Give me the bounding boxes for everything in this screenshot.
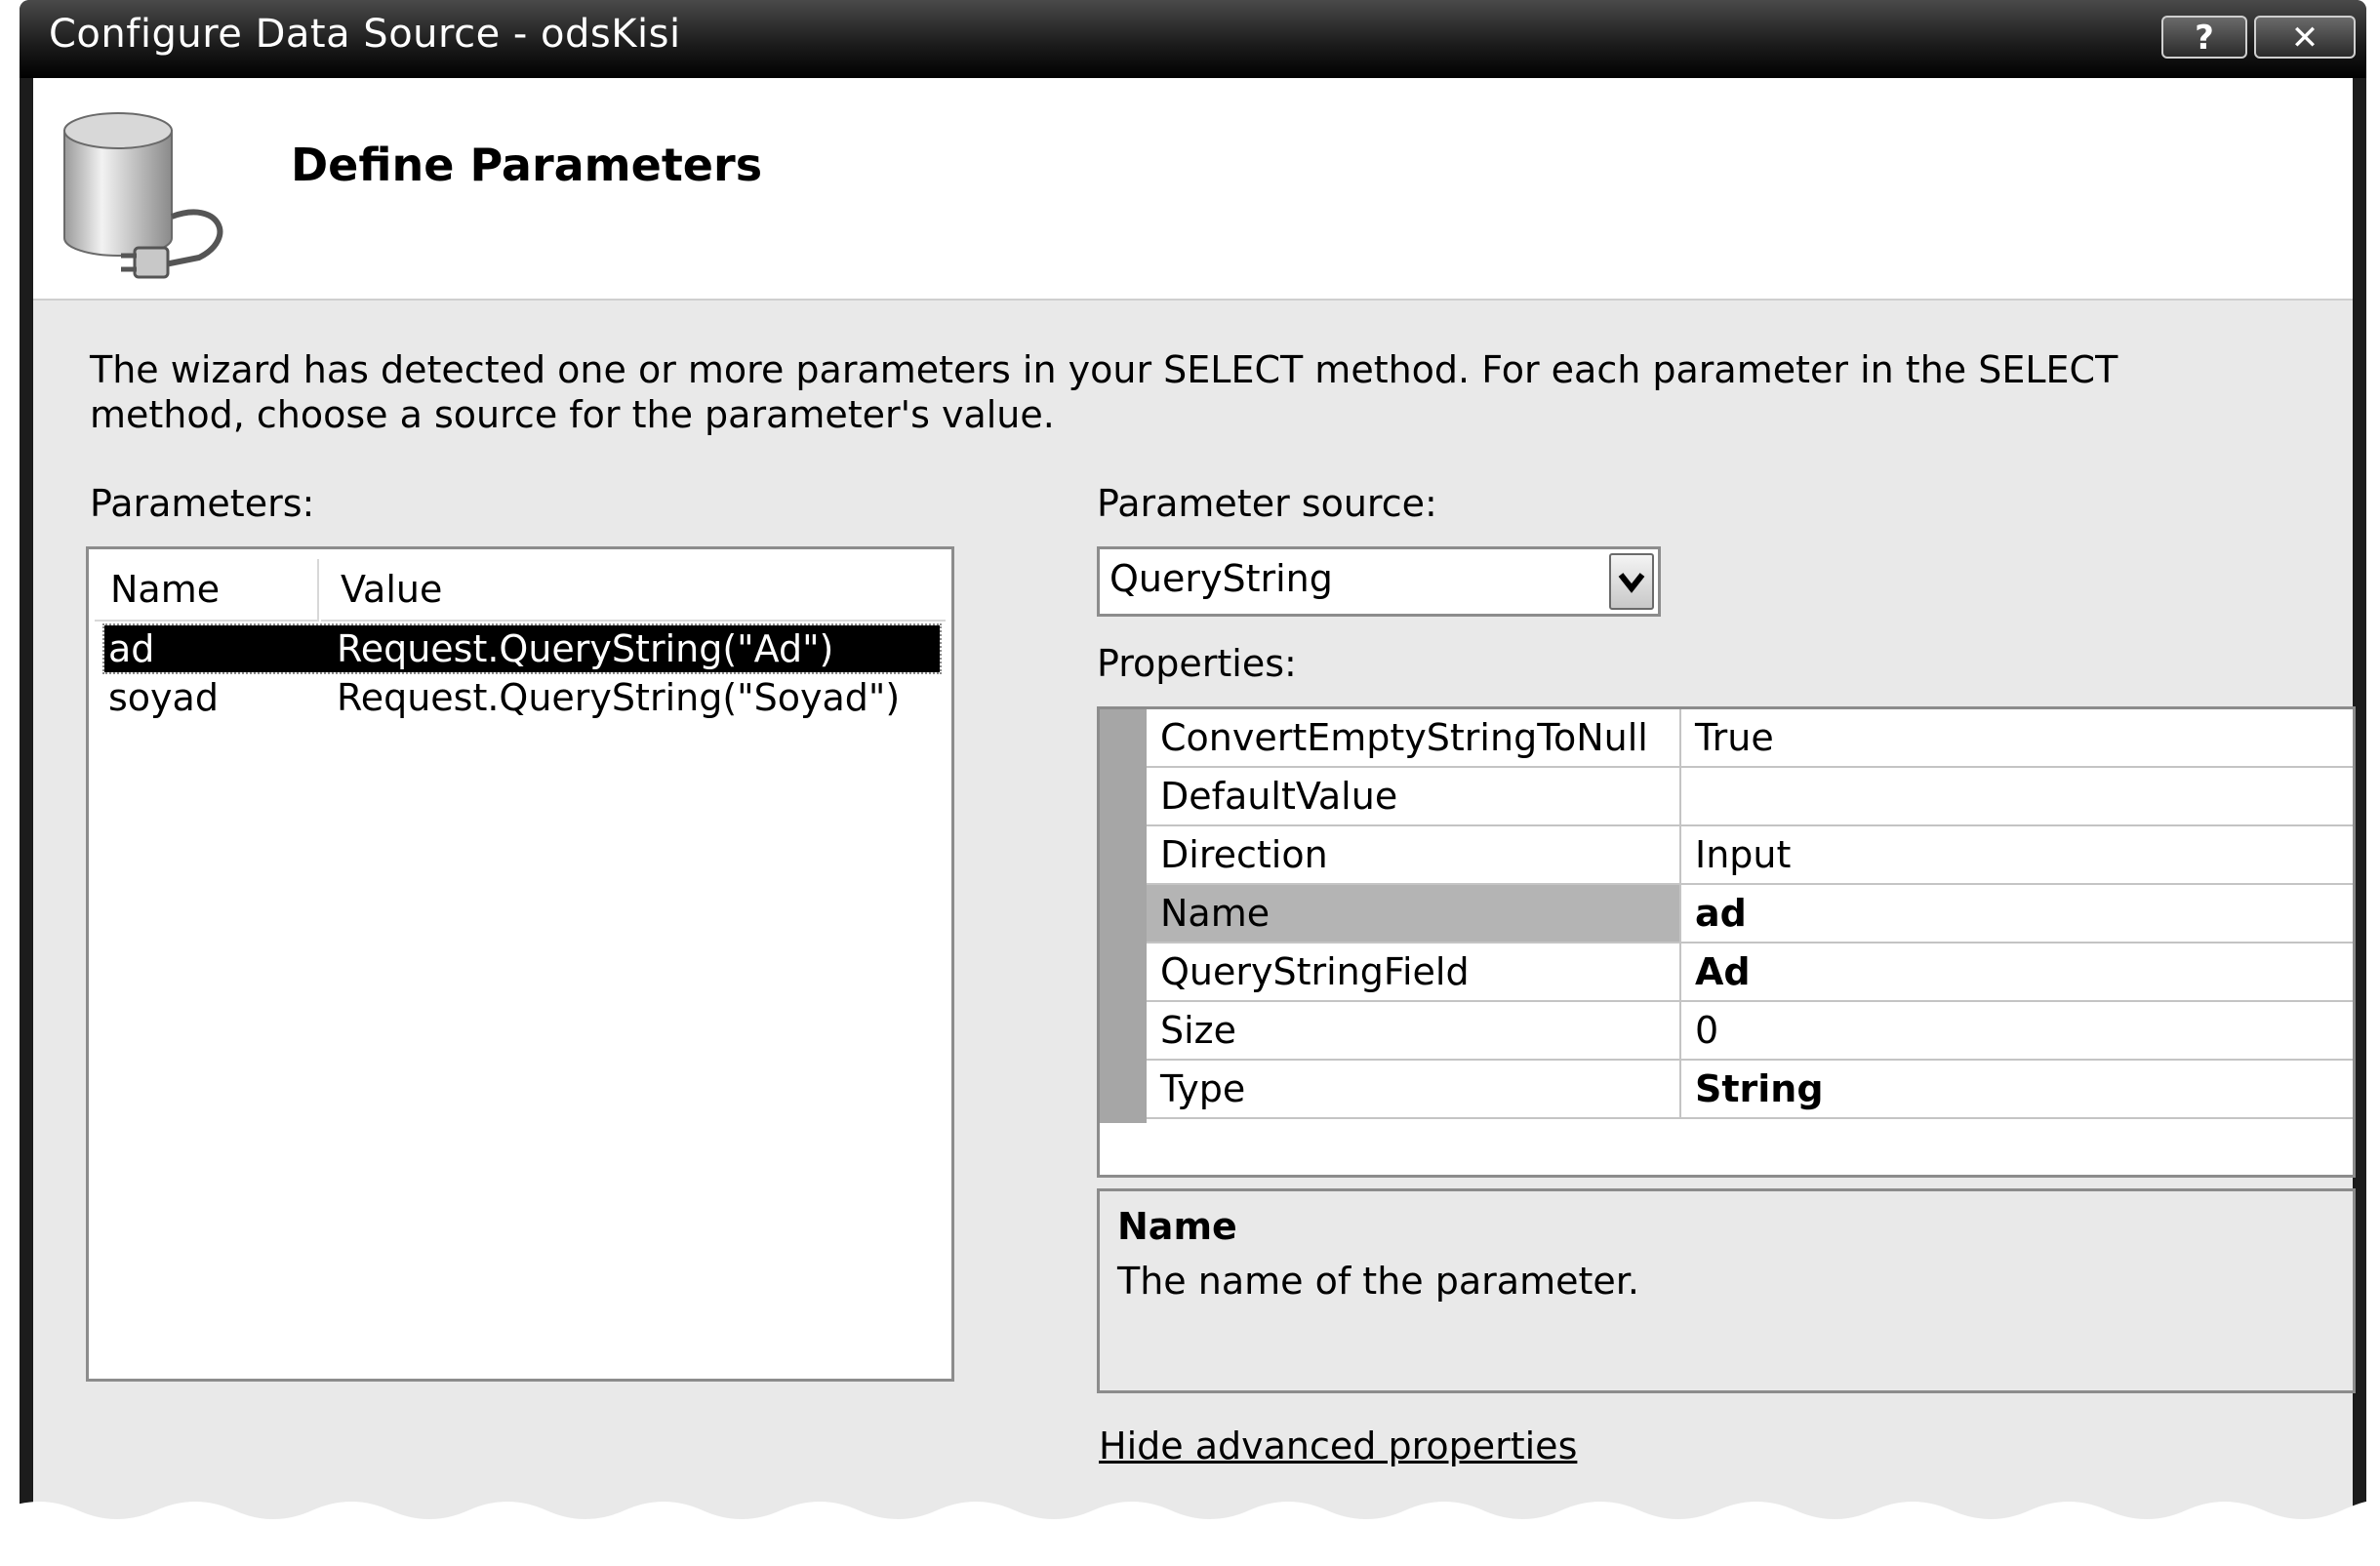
property-value[interactable]: ad [1683,885,1747,942]
property-name: Type [1147,1061,1681,1117]
close-button[interactable]: ✕ [2254,16,2356,59]
properties-grid[interactable]: ConvertEmptyStringToNull True DefaultVal… [1097,706,2356,1178]
parameter-source-dropdown[interactable]: QueryString [1097,546,1661,617]
property-name: Name [1147,885,1681,942]
page-heading: Define Parameters [291,139,763,191]
property-name: QueryStringField [1147,944,1681,1000]
database-plug-icon [63,112,223,279]
description-text: The name of the parameter. [1117,1260,1639,1303]
property-name: Size [1147,1002,1681,1059]
property-name: DefaultValue [1147,768,1681,824]
property-value[interactable]: 0 [1683,1002,1718,1059]
parameters-list[interactable]: Name Value ad Request.QueryString("Ad") … [86,546,954,1382]
window-title: Configure Data Source - odsKisi [49,12,681,57]
property-row-direction[interactable]: Direction Input [1147,826,2353,885]
property-value[interactable]: Ad [1683,944,1751,1000]
parameters-label: Parameters: [90,482,315,525]
hide-advanced-properties-link[interactable]: Hide advanced properties [1099,1425,1577,1467]
parameter-name: ad [108,627,155,670]
property-row-querystringfield[interactable]: QueryStringField Ad [1147,944,2353,1002]
chevron-down-icon [1618,573,1645,593]
column-header-value[interactable]: Value [321,559,946,622]
property-value[interactable]: Input [1683,826,1791,883]
wizard-banner: Define Parameters [33,78,2353,301]
properties-label: Properties: [1097,642,1297,685]
property-row-convertemptystringtonull[interactable]: ConvertEmptyStringToNull True [1147,709,2353,768]
parameter-row-ad[interactable]: ad Request.QueryString("Ad") [102,623,942,674]
property-name: ConvertEmptyStringToNull [1147,709,1681,766]
property-name: Direction [1147,826,1681,883]
intro-text: The wizard has detected one or more para… [90,348,2118,436]
description-title: Name [1117,1205,1237,1248]
screenshot-stage: Configure Data Source - odsKisi ? ✕ Defi… [0,0,2380,1566]
parameter-row-soyad[interactable]: soyad Request.QueryString("Soyad") [104,674,940,721]
parameter-source-value: QueryString [1109,557,1333,600]
property-row-name[interactable]: Name ad [1147,885,2353,944]
title-bar[interactable]: Configure Data Source - odsKisi ? ✕ [20,0,2366,78]
dialog-window: Configure Data Source - odsKisi ? ✕ Defi… [20,0,2366,1566]
property-value[interactable]: True [1683,709,1774,766]
property-row-defaultvalue[interactable]: DefaultValue [1147,768,2353,826]
parameter-source-label: Parameter source: [1097,482,1437,525]
column-header-name[interactable]: Name [95,559,319,622]
property-row-size[interactable]: Size 0 [1147,1002,2353,1061]
parameter-value: Request.QueryString("Soyad") [337,676,901,719]
parameter-value: Request.QueryString("Ad") [337,627,834,670]
property-description-panel: Name The name of the parameter. [1097,1188,2356,1393]
property-value[interactable]: String [1683,1061,1824,1117]
property-row-type[interactable]: Type String [1147,1061,2353,1119]
help-button[interactable]: ? [2161,16,2247,59]
dropdown-arrow-button[interactable] [1609,553,1654,610]
property-grid-gutter [1100,709,1147,1123]
dialog-client-area: Define Parameters The wizard has detecte… [33,78,2356,1566]
parameter-name: soyad [108,676,219,719]
